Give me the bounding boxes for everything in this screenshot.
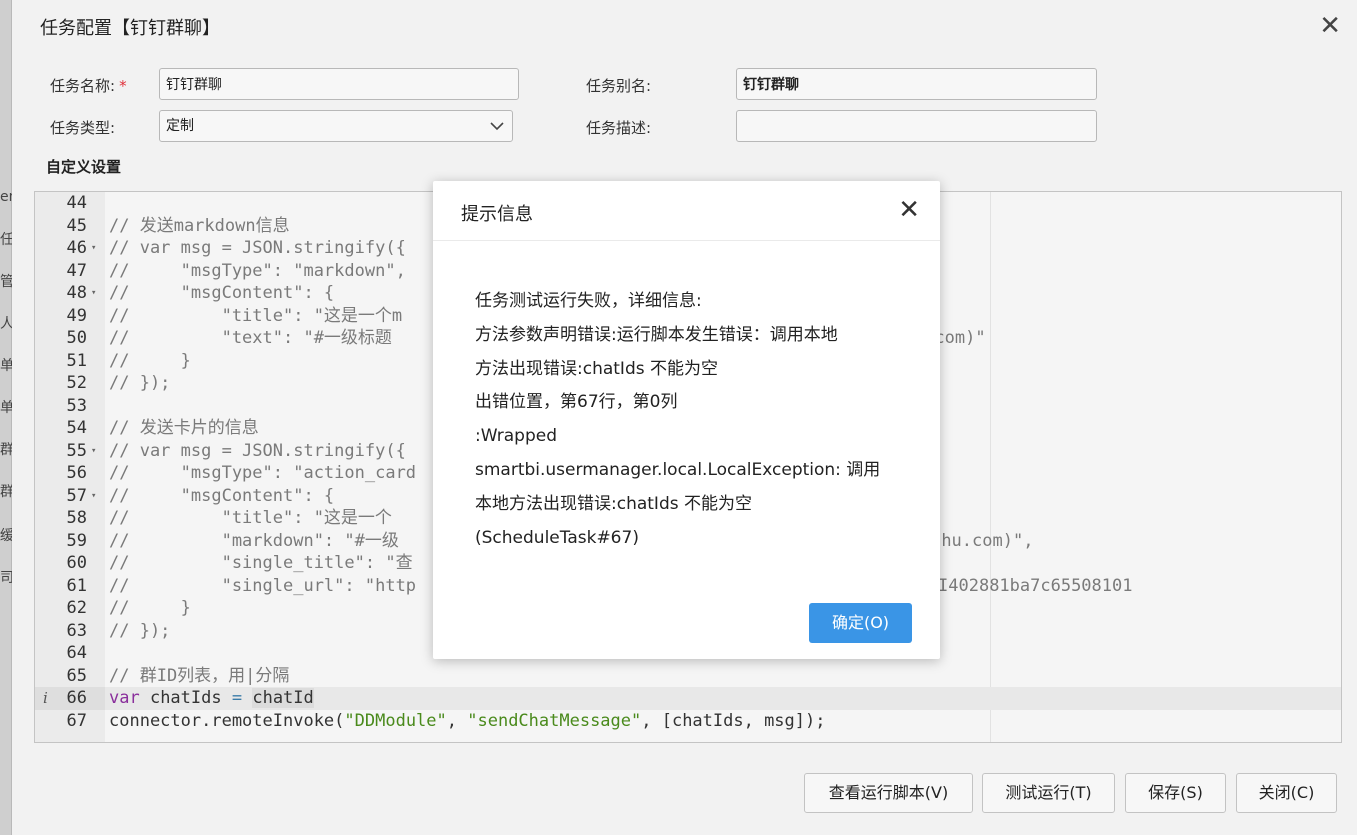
message-box-body: 任务测试运行失败，详细信息: 方法参数声明错误:运行脚本发生错误：调用本地 方法出现…	[475, 285, 905, 555]
message-line: 出错位置，第67行，第0列	[475, 392, 678, 413]
message-line: 方法参数声明错误:运行脚本发生错误：调用本地	[475, 324, 838, 345]
message-box-title: 提示信息	[461, 204, 533, 225]
message-box-header: 提示信息 ✕	[433, 181, 940, 241]
close-icon[interactable]: ✕	[898, 196, 920, 224]
ok-button[interactable]: 确定(O)	[809, 603, 912, 643]
message-line: :Wrapped	[475, 426, 558, 447]
message-box: 提示信息 ✕ 任务测试运行失败，详细信息: 方法参数声明错误:运行脚本发生错误：调…	[433, 181, 940, 659]
message-line: smartbi.usermanager.local.LocalException…	[475, 459, 881, 480]
message-line: 方法出现错误:chatIds 不能为空	[475, 358, 718, 379]
message-line: (ScheduleTask#67)	[475, 527, 639, 548]
message-line: 本地方法出现错误:chatIds 不能为空	[475, 493, 752, 514]
message-line: 任务测试运行失败，详细信息:	[475, 291, 702, 311]
